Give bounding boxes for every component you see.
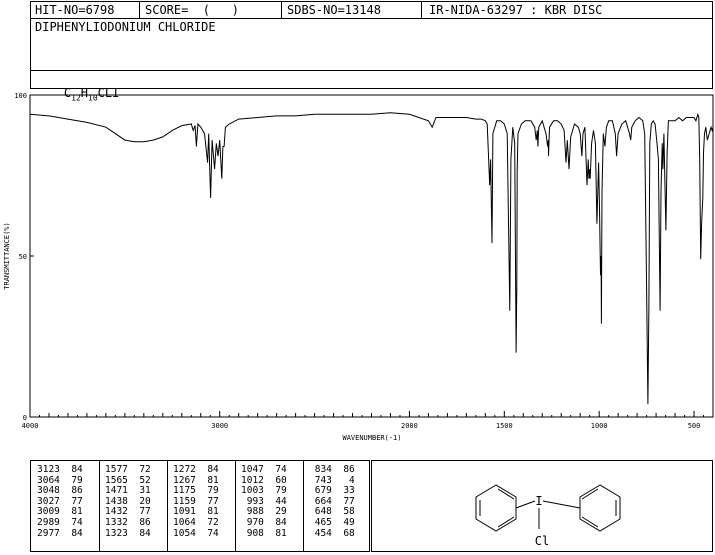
ir-spectrum-chart: 0 50 100 4000 3000 2000 1500 1000 500 TRANSMITT… — [3, 92, 714, 442]
left-phenyl-ring — [475, 484, 517, 532]
structure-box: I Cl — [371, 460, 713, 552]
peak-row: 834 86 — [309, 464, 355, 475]
peak-column: 3123 84 3064 79 3048 86 3027 77 3009 81 2989 … — [37, 464, 83, 539]
x-tick-label: 2000 — [401, 422, 418, 430]
peak-row: 970 84 — [241, 516, 287, 528]
peak-column: 1272 84 1267 81 1175 79 1159 77 1091 81 1064 … — [173, 464, 219, 539]
bond-iodine-right — [542, 500, 581, 509]
x-tick-label: 3000 — [211, 422, 228, 430]
peak-row: 1272 84 — [173, 464, 219, 475]
spectrum-line — [29, 112, 714, 405]
peak-row: 3123 84 — [37, 464, 83, 475]
molecule-structure: I Cl — [475, 484, 621, 548]
peak-row: 908 81 — [241, 527, 287, 539]
peak-row: 1047 74 — [241, 464, 287, 475]
x-tick-label: 4000 — [22, 422, 39, 430]
peak-row: 1064 72 — [173, 516, 219, 528]
divider — [235, 461, 236, 551]
peak-row: 1054 74 — [173, 527, 219, 539]
x-tick-label: 1500 — [496, 422, 513, 430]
peak-table: 3123 84 3064 79 3048 86 3027 77 3009 81 2989 … — [30, 460, 370, 552]
x-tick-label: 500 — [688, 422, 701, 430]
divider — [167, 461, 168, 551]
peak-row: 1577 72 — [105, 464, 151, 475]
divider — [99, 461, 100, 551]
x-tick-label: 1000 — [591, 422, 608, 430]
y-axis-label: TRANSMITTANCE(%) — [3, 222, 11, 289]
peak-row: 2977 84 — [37, 527, 83, 539]
peak-row: 2989 74 — [37, 516, 83, 528]
y-tick-label: 50 — [19, 253, 27, 261]
right-phenyl-ring — [579, 484, 621, 532]
y-tick-label: 0 — [23, 414, 27, 422]
peak-column: 834 86 743 4 679 33 664 77 648 58 465 49… — [309, 464, 355, 539]
divider — [303, 461, 304, 551]
iodine-label: I — [535, 494, 542, 508]
peak-row: 1323 84 — [105, 527, 151, 539]
peak-column: 1577 72 1565 52 1471 31 1438 20 1432 77 1332 … — [105, 464, 151, 539]
plot-frame — [29, 94, 714, 418]
peak-row: 454 68 — [309, 527, 355, 539]
bond-left-iodine — [515, 500, 536, 509]
peak-row: 1332 86 — [105, 516, 151, 528]
peak-row: 465 49 — [309, 516, 355, 528]
y-tick-label: 100 — [14, 92, 27, 100]
peak-column: 1047 74 1012 60 1003 79 993 44 988 29 970 … — [241, 464, 287, 539]
chlorine-label: Cl — [535, 534, 549, 548]
x-axis-label: WAVENUMBER(-1) — [342, 434, 401, 442]
